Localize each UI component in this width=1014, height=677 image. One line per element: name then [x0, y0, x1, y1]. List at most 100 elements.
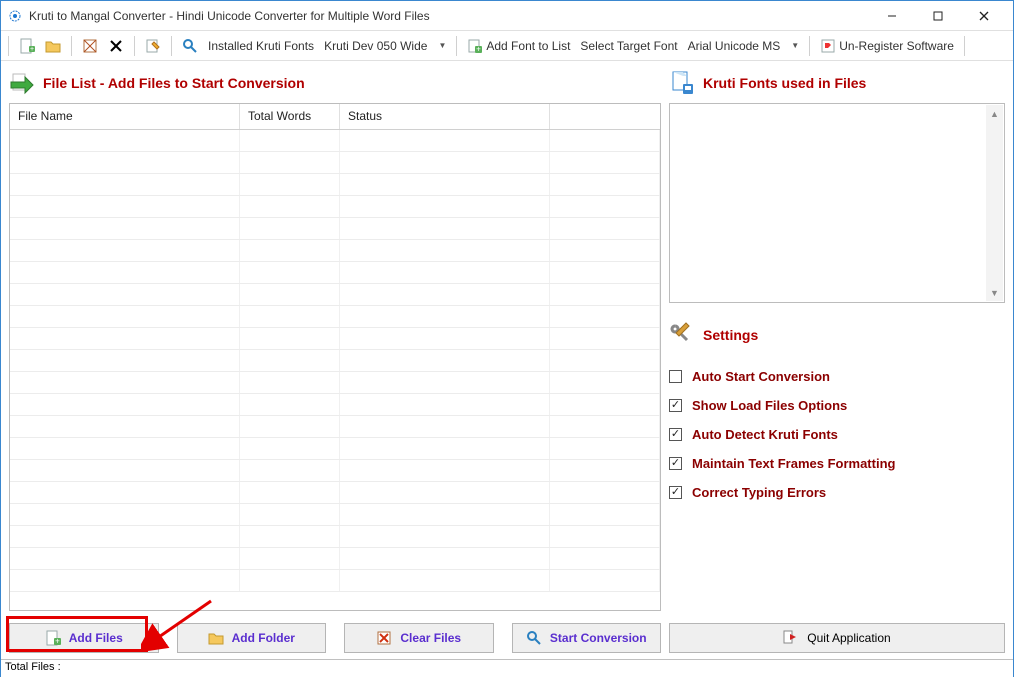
clear-icon — [376, 630, 392, 646]
separator — [809, 36, 810, 56]
separator — [71, 36, 72, 56]
file-save-icon — [669, 70, 695, 96]
separator — [456, 36, 457, 56]
table-row — [10, 504, 660, 526]
checkbox[interactable] — [669, 486, 682, 499]
add-files-label: Add Files — [69, 631, 123, 645]
table-row — [10, 438, 660, 460]
separator — [964, 36, 965, 56]
file-list-header: File List - Add Files to Start Conversio… — [9, 69, 661, 97]
search-icon — [526, 630, 542, 646]
chevron-down-icon: ▼ — [438, 41, 446, 50]
separator — [171, 36, 172, 56]
toolbar: + Installed Kruti Fonts Kruti Dev 050 Wi… — [1, 31, 1013, 61]
unregister-label: Un-Register Software — [839, 39, 954, 53]
table-row — [10, 284, 660, 306]
settings-title: Settings — [703, 327, 758, 343]
start-conversion-label: Start Conversion — [550, 631, 647, 645]
toolbar-addfont-button[interactable]: + Add Font to List — [464, 34, 573, 58]
toolbar-delete-icon[interactable] — [105, 34, 127, 58]
toolbar-search-icon[interactable] — [179, 34, 201, 58]
checkbox[interactable] — [669, 428, 682, 441]
quit-label: Quit Application — [807, 631, 890, 645]
statusbar: Total Files : — [1, 659, 1013, 677]
file-table: File Name Total Words Status — [9, 103, 661, 611]
table-row — [10, 394, 660, 416]
window-title: Kruti to Mangal Converter - Hindi Unicod… — [29, 9, 869, 23]
start-conversion-button[interactable]: Start Conversion — [512, 623, 662, 653]
table-row — [10, 416, 660, 438]
add-files-icon: + — [45, 630, 61, 646]
app-icon — [7, 8, 23, 24]
svg-text:+: + — [30, 46, 34, 53]
setting-label: Auto Start Conversion — [692, 369, 830, 384]
total-files-label: Total Files : — [5, 661, 61, 673]
folder-icon — [208, 630, 224, 646]
toolbar-edit-icon[interactable] — [142, 34, 164, 58]
exit-icon — [783, 629, 799, 648]
table-row — [10, 240, 660, 262]
scroll-up-icon[interactable]: ▲ — [986, 105, 1003, 122]
table-header: File Name Total Words Status — [10, 104, 660, 130]
table-row — [10, 306, 660, 328]
checkbox[interactable] — [669, 399, 682, 412]
toolbar-addfolder-icon[interactable] — [42, 34, 64, 58]
addfont-label: Add Font to List — [486, 39, 570, 53]
settings-header: Settings — [669, 321, 1005, 349]
installed-fonts-label: Installed Kruti Fonts — [205, 34, 317, 58]
table-row — [10, 174, 660, 196]
add-folder-label: Add Folder — [232, 631, 295, 645]
checkbox[interactable] — [669, 370, 682, 383]
tools-icon — [669, 322, 695, 348]
file-list-title: File List - Add Files to Start Conversio… — [43, 75, 305, 91]
add-folder-button[interactable]: Add Folder — [177, 623, 327, 653]
setting-label: Auto Detect Kruti Fonts — [692, 427, 838, 442]
table-body[interactable] — [10, 130, 660, 610]
target-font-label: Select Target Font — [577, 34, 680, 58]
scrollbar[interactable]: ▲ ▼ — [986, 105, 1003, 301]
chevron-down-icon: ▼ — [791, 41, 799, 50]
quit-button[interactable]: Quit Application — [669, 623, 1005, 653]
col-filename[interactable]: File Name — [10, 104, 240, 129]
table-row — [10, 570, 660, 592]
toolbar-addfiles-icon[interactable]: + — [16, 34, 38, 58]
titlebar: Kruti to Mangal Converter - Hindi Unicod… — [1, 1, 1013, 31]
setting-row: Correct Typing Errors — [669, 485, 1005, 500]
col-status[interactable]: Status — [340, 104, 550, 129]
table-row — [10, 152, 660, 174]
maximize-button[interactable] — [915, 2, 961, 30]
table-row — [10, 350, 660, 372]
table-row — [10, 130, 660, 152]
table-row — [10, 548, 660, 570]
table-row — [10, 328, 660, 350]
fonts-used-listbox[interactable]: ▲ ▼ — [669, 103, 1005, 303]
setting-label: Correct Typing Errors — [692, 485, 826, 500]
close-button[interactable] — [961, 2, 1007, 30]
table-row — [10, 218, 660, 240]
table-row — [10, 482, 660, 504]
svg-text:+: + — [55, 637, 60, 646]
table-row — [10, 262, 660, 284]
toolbar-unregister-button[interactable]: Un-Register Software — [817, 34, 957, 58]
col-empty[interactable] — [550, 104, 660, 129]
target-font-dropdown[interactable]: Arial Unicode MS ▼ — [685, 34, 803, 58]
clear-files-label: Clear Files — [400, 631, 461, 645]
fonts-used-title: Kruti Fonts used in Files — [703, 75, 866, 91]
fonts-used-header: Kruti Fonts used in Files — [669, 69, 1005, 97]
setting-row: Auto Detect Kruti Fonts — [669, 427, 1005, 442]
toolbar-clear-icon[interactable] — [79, 34, 101, 58]
setting-row: Show Load Files Options — [669, 398, 1005, 413]
minimize-button[interactable] — [869, 2, 915, 30]
setting-label: Maintain Text Frames Formatting — [692, 456, 895, 471]
col-totalwords[interactable]: Total Words — [240, 104, 340, 129]
setting-row: Auto Start Conversion — [669, 369, 1005, 384]
table-row — [10, 526, 660, 548]
svg-text:+: + — [477, 44, 482, 53]
checkbox[interactable] — [669, 457, 682, 470]
add-files-button[interactable]: + Add Files — [9, 623, 159, 653]
setting-label: Show Load Files Options — [692, 398, 847, 413]
table-row — [10, 196, 660, 218]
scroll-down-icon[interactable]: ▼ — [986, 284, 1003, 301]
clear-files-button[interactable]: Clear Files — [344, 623, 494, 653]
installed-fonts-dropdown[interactable]: Kruti Dev 050 Wide ▼ — [321, 34, 449, 58]
